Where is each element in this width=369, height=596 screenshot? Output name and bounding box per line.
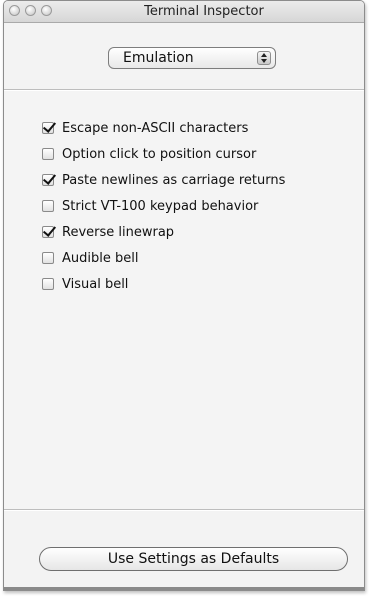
option-label: Strict VT-100 keypad behavior — [62, 199, 259, 214]
checkbox[interactable] — [42, 278, 54, 290]
option-label: Paste newlines as carriage returns — [62, 173, 286, 188]
up-down-arrows-icon — [257, 51, 271, 65]
inspector-toolbar: Emulation — [4, 23, 364, 89]
emulation-panel: Escape non-ASCII characters Option click… — [4, 91, 364, 509]
title-bar[interactable]: Terminal Inspector — [4, 1, 364, 23]
window-title: Terminal Inspector — [144, 4, 264, 19]
inspector-pane-popup[interactable]: Emulation — [108, 47, 276, 69]
checkbox[interactable] — [42, 122, 54, 134]
checkbox[interactable] — [42, 252, 54, 264]
option-label: Option click to position cursor — [62, 147, 257, 162]
inspector-window: Terminal Inspector Emulation Escape non-… — [3, 0, 365, 591]
checkbox[interactable] — [42, 226, 54, 238]
minimize-button[interactable] — [25, 5, 36, 16]
window-bottom-edge — [4, 587, 364, 590]
option-label: Visual bell — [62, 277, 129, 292]
use-settings-as-defaults-button[interactable]: Use Settings as Defaults — [39, 547, 348, 571]
checkbox[interactable] — [42, 174, 54, 186]
zoom-button[interactable] — [41, 5, 52, 16]
checkbox[interactable] — [42, 148, 54, 160]
popup-selected-label: Emulation — [123, 50, 194, 66]
option-label: Audible bell — [62, 251, 139, 266]
option-label: Reverse linewrap — [62, 225, 175, 240]
checkbox[interactable] — [42, 200, 54, 212]
close-button[interactable] — [9, 5, 20, 16]
option-label: Escape non-ASCII characters — [62, 121, 249, 136]
